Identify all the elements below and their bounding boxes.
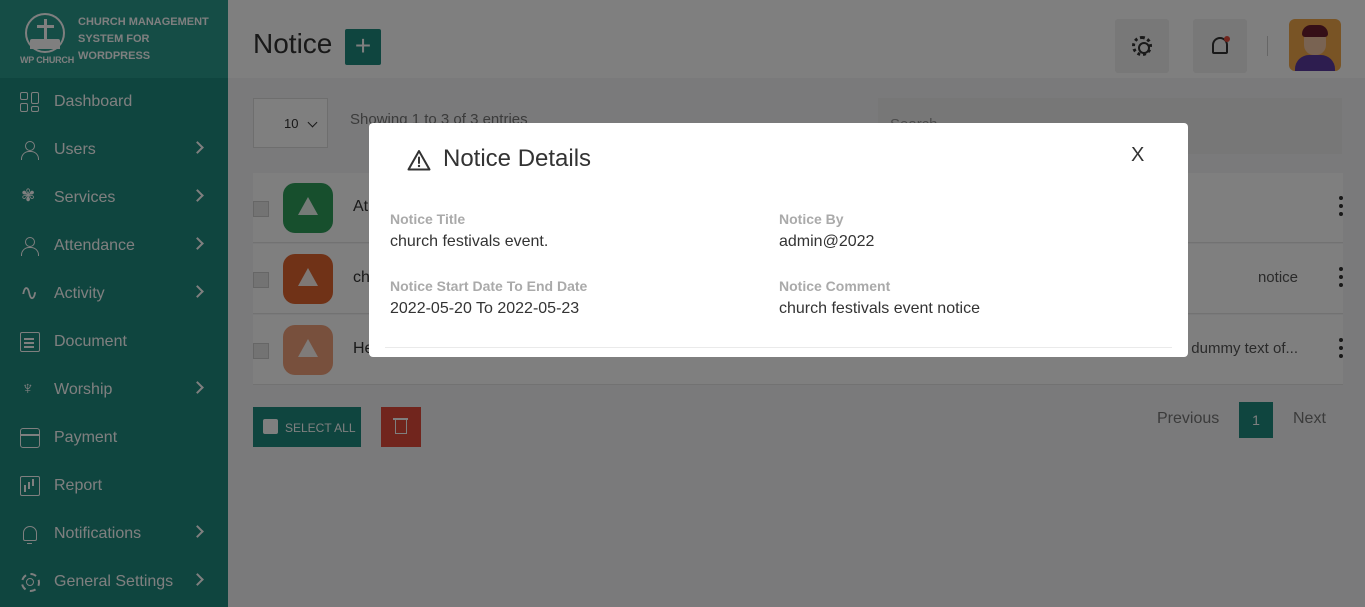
notice-dates-label: Notice Start Date To End Date	[390, 278, 588, 294]
notice-title-label: Notice Title	[390, 211, 466, 227]
modal-title: Notice Details	[443, 145, 592, 172]
notice-details-modal: Notice Details X Notice Title church fes…	[369, 123, 1188, 357]
notice-comment-value: church festivals event notice	[779, 300, 980, 317]
notice-comment-label: Notice Comment	[779, 278, 891, 294]
notice-title-value: church festivals event.	[390, 233, 549, 250]
warning-icon	[407, 150, 431, 171]
notice-by-value: admin@2022	[779, 233, 875, 250]
close-button[interactable]: X	[1131, 144, 1144, 167]
notice-dates-value: 2022-05-20 To 2022-05-23	[390, 300, 580, 317]
notice-by-label: Notice By	[779, 211, 844, 227]
divider	[385, 347, 1172, 348]
